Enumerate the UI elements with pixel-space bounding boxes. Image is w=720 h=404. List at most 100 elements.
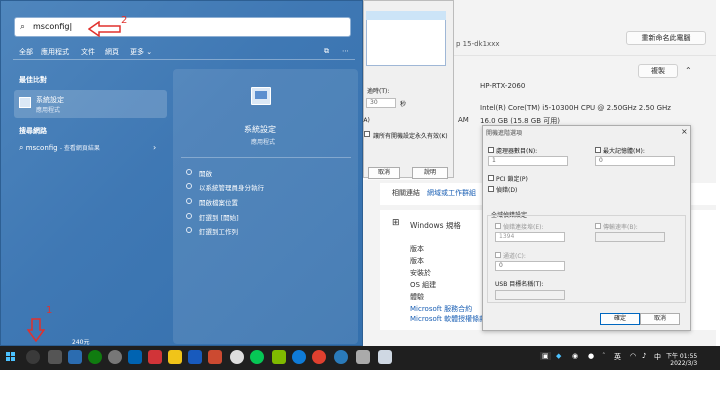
search-query: msconfig <box>33 22 70 31</box>
baud-checkbox[interactable] <box>595 223 601 229</box>
debug-port-checkbox[interactable] <box>495 223 501 229</box>
edge-icon[interactable] <box>292 350 306 364</box>
copy-button[interactable]: 複製 <box>638 64 678 78</box>
boot-list-selected[interactable] <box>366 11 446 20</box>
tab-documents[interactable]: 文件 <box>81 47 95 57</box>
app-icon[interactable] <box>230 350 244 364</box>
clock-time: 下午 01:55 <box>666 353 698 360</box>
admin-shield-icon <box>186 183 192 189</box>
ms-service-link[interactable]: Microsoft 服務合約 <box>410 304 472 314</box>
channel-checkbox[interactable] <box>495 252 501 258</box>
store-icon[interactable] <box>148 350 162 364</box>
dialog2-title: 開機進階選項 <box>486 130 523 137</box>
debug-port-label: 偵錯連接埠(E): <box>503 224 544 231</box>
nvidia-tray-icon[interactable]: ▣ <box>540 352 551 360</box>
widgets-icon[interactable] <box>68 350 82 364</box>
word-icon[interactable] <box>188 350 202 364</box>
dialog1-cancel-button[interactable]: 取消 <box>368 167 400 179</box>
close-icon[interactable]: × <box>681 127 688 136</box>
num-cpu-checkbox[interactable] <box>488 147 494 153</box>
seconds-label: 秒 <box>400 101 407 108</box>
timeout-input[interactable]: 30 <box>366 98 396 108</box>
ime-indicator[interactable]: 中 <box>654 352 661 362</box>
debug-checkbox[interactable] <box>488 186 494 192</box>
tab-web[interactable]: 網頁 <box>105 47 119 57</box>
permanent-label: 讓所有開機設定永久有效(K) <box>373 133 448 140</box>
device-name: HP-RTX-2060 <box>480 82 526 90</box>
debug-port-select[interactable]: 1394 <box>495 232 565 242</box>
network-app-icon[interactable] <box>356 350 370 364</box>
channel-label: 通道(C): <box>503 253 526 260</box>
windows-logo-icon: ⊞ <box>392 218 400 228</box>
web-search-header: 搜尋網路 <box>19 127 47 135</box>
chrome-icon[interactable] <box>312 350 326 364</box>
chevron-right-icon: › <box>153 143 157 152</box>
action-open[interactable]: 開啟 <box>199 168 212 178</box>
permanent-checkbox[interactable] <box>364 131 370 137</box>
action-run-as-admin[interactable]: 以系統管理員身分執行 <box>199 182 264 192</box>
ms-license-link[interactable]: Microsoft 軟體授權條款 <box>410 314 486 324</box>
preview-title: 系統設定 <box>244 125 276 134</box>
xbox-icon[interactable] <box>88 350 102 364</box>
dialog2-cancel-button[interactable]: 取消 <box>640 313 680 325</box>
num-cpu-select[interactable]: 1 <box>488 156 568 166</box>
ok-button[interactable]: 確定 <box>600 313 640 325</box>
pci-lock-checkbox[interactable] <box>488 175 494 181</box>
action-pin-start[interactable]: 釘選到 [開始] <box>199 212 239 222</box>
share-icon[interactable]: ⧉ <box>324 47 329 56</box>
tray-app-icon[interactable]: ◉ <box>572 352 578 360</box>
action-open-file-location[interactable]: 開啟檔案位置 <box>199 197 238 207</box>
tab-more[interactable]: 更多 ⌄ <box>130 47 152 57</box>
task-view-icon[interactable] <box>48 350 62 364</box>
web-search-suffix: - 查看網頁結果 <box>59 145 100 152</box>
rename-pc-button[interactable]: 重新命名此電腦 <box>626 31 706 45</box>
settings-row-tail: p 15-dk1xxx <box>456 40 500 48</box>
tab-all[interactable]: 全部 <box>19 47 33 57</box>
spec-label-version: 版本 <box>410 257 424 265</box>
dialog1-help-button[interactable]: 說明 <box>412 167 448 179</box>
browser-icon[interactable] <box>334 350 348 364</box>
settings-gear-icon[interactable] <box>108 350 122 364</box>
clock-date: 2022/3/3 <box>670 360 698 367</box>
best-match-result[interactable]: 系統設定 應用程式 <box>14 90 167 118</box>
search-taskbar-icon[interactable] <box>26 350 40 364</box>
paint-icon[interactable] <box>128 350 142 364</box>
language-indicator[interactable]: 英 <box>614 352 621 362</box>
chevron-up-icon[interactable]: ˄ <box>602 352 606 360</box>
windows-start-icon[interactable] <box>6 352 16 362</box>
folder-icon <box>186 198 192 204</box>
wifi-icon[interactable]: ◠ <box>630 352 636 360</box>
search-input[interactable]: ⌕ msconfig| <box>14 17 351 37</box>
web-search-result[interactable]: ⌕ msconfig - 查看網頁結果 › <box>19 143 161 155</box>
max-mem-input[interactable]: 0 <box>595 156 675 166</box>
cpu-spec: Intel(R) Core(TM) i5-10300H CPU @ 2.50GH… <box>480 104 671 112</box>
domain-workgroup-link[interactable]: 網域或工作群組 <box>427 188 476 198</box>
start-menu: ⌕ msconfig| 全部 應用程式 文件 網頁 更多 ⌄ ⧉ ⋯ 最佳比對 … <box>0 0 363 346</box>
action-pin-taskbar[interactable]: 釘選到工作列 <box>199 226 238 236</box>
open-icon <box>186 169 192 175</box>
msconfig-taskbar-icon[interactable] <box>378 350 392 364</box>
arrow-down-annotation-icon <box>27 318 45 342</box>
system-config-large-icon <box>251 87 271 105</box>
collapse-chevron-icon[interactable]: ⌃ <box>685 66 692 75</box>
max-mem-checkbox[interactable] <box>595 147 601 153</box>
web-search-icon: ⌕ <box>19 143 24 152</box>
channel-input[interactable]: 0 <box>495 261 565 271</box>
explorer-folder-icon[interactable] <box>168 350 182 364</box>
tray-icon[interactable]: ◆ <box>556 352 561 360</box>
arrow-left-annotation-icon <box>88 21 121 37</box>
spec-label-experience: 體驗 <box>410 293 424 301</box>
best-match-title: 系統設定 <box>36 96 64 104</box>
line-icon[interactable] <box>250 350 264 364</box>
baud-select[interactable] <box>595 232 665 242</box>
powerpoint-icon[interactable] <box>208 350 222 364</box>
excel-icon[interactable] <box>272 350 286 364</box>
tab-apps[interactable]: 應用程式 <box>41 47 69 57</box>
spec-label-edition: 版本 <box>410 245 424 253</box>
volume-icon[interactable]: ♪ <box>642 352 646 360</box>
spec-label-build: OS 組建 <box>410 281 437 289</box>
tray-app-icon[interactable]: ● <box>588 352 594 360</box>
usb-target-input[interactable] <box>495 290 565 300</box>
more-options-icon[interactable]: ⋯ <box>342 47 349 55</box>
clock[interactable]: 下午 01:55 2022/3/3 <box>666 351 697 367</box>
